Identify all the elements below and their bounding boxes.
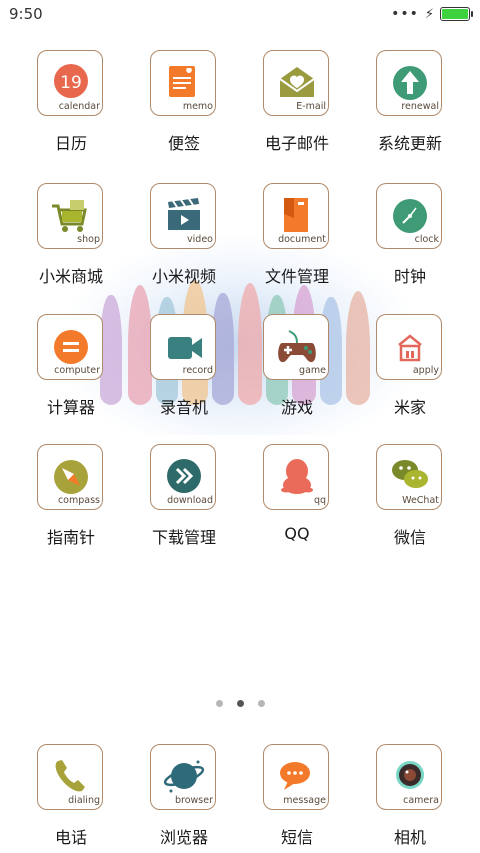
app-tag-label: browser [174, 795, 213, 806]
app-name-label[interactable]: 浏览器 [129, 824, 239, 848]
app-tag-label: WeChat [402, 495, 439, 506]
app-tag-label: document [278, 234, 326, 245]
app-tag-label: message [283, 795, 326, 806]
app-icon-tile[interactable]: browser [150, 744, 216, 810]
app-icon-tile[interactable]: camera [376, 744, 442, 810]
calendar-badge: 19 [60, 73, 82, 93]
app-name-label[interactable]: 小米商城 [16, 263, 126, 287]
app-name-label[interactable]: 便签 [129, 130, 239, 154]
app-icon-tile[interactable]: shop [37, 183, 103, 249]
app-tag-label: game [299, 365, 326, 376]
app-icon-tile[interactable]: computer [37, 314, 103, 380]
app-tag-label: E-mail [296, 101, 326, 112]
app-icon-tile[interactable]: E-mail [263, 50, 329, 116]
app-tag-label: qq [313, 495, 326, 506]
app-tag-label: memo [182, 101, 213, 112]
status-bar: 9:50 ••• ⚡ [0, 0, 480, 28]
app-name-label[interactable]: 相机 [355, 824, 465, 848]
app-icon-tile[interactable]: clock [376, 183, 442, 249]
app-icon-tile[interactable]: apply [376, 314, 442, 380]
app-name-label[interactable]: 录音机 [129, 394, 239, 418]
app-icon-tile[interactable]: 19 calendar [37, 50, 103, 116]
app-name-label[interactable]: 计算器 [16, 394, 126, 418]
app-name-label[interactable]: 时钟 [355, 263, 465, 287]
app-icon-tile[interactable]: game [263, 314, 329, 380]
app-tag-label: shop [77, 234, 100, 245]
page-dot[interactable] [215, 700, 223, 707]
app-name-label[interactable]: 短信 [242, 824, 352, 848]
app-name-label[interactable]: 小米视频 [129, 263, 239, 287]
app-name-label[interactable]: 下载管理 [129, 524, 239, 548]
app-tag-label: dialing [68, 795, 100, 806]
app-icon-tile[interactable]: document [263, 183, 329, 249]
app-icon-tile[interactable]: memo [150, 50, 216, 116]
app-tag-label: computer [54, 365, 100, 376]
page-dot[interactable] [257, 700, 265, 707]
app-name-label[interactable]: 系统更新 [355, 130, 465, 154]
app-icon-tile[interactable]: record [150, 314, 216, 380]
app-tag-label: compass [57, 495, 100, 506]
app-name-label[interactable]: 指南针 [16, 524, 126, 548]
app-tag-label: camera [403, 795, 439, 806]
app-icon-tile[interactable]: qq [263, 444, 329, 510]
app-icon-tile[interactable]: download [150, 444, 216, 510]
more-dots-icon: ••• [391, 6, 419, 22]
app-tag-label: video [187, 234, 213, 245]
app-tag-label: record [182, 365, 213, 376]
app-icon-tile[interactable]: message [263, 744, 329, 810]
status-time: 9:50 [9, 5, 43, 23]
app-icon-tile[interactable]: video [150, 183, 216, 249]
app-name-label[interactable]: 米家 [355, 394, 465, 418]
battery-level [442, 9, 468, 19]
page-indicator[interactable] [0, 700, 480, 707]
app-name-label[interactable]: 电子邮件 [242, 130, 352, 154]
app-tag-label: renewal [401, 101, 439, 112]
page-dot[interactable] [236, 700, 244, 707]
app-name-label[interactable]: 游戏 [242, 394, 352, 418]
app-icon-tile[interactable]: WeChat [376, 444, 442, 510]
app-name-label[interactable]: QQ [242, 524, 352, 543]
app-name-label[interactable]: 日历 [16, 130, 126, 154]
app-icon-tile[interactable]: renewal [376, 50, 442, 116]
app-name-label[interactable]: 微信 [355, 524, 465, 548]
app-tag-label: clock [414, 234, 439, 245]
app-tag-label: calendar [58, 101, 100, 112]
app-icon-tile[interactable]: dialing [37, 744, 103, 810]
battery-icon [440, 7, 473, 21]
status-icons: ••• ⚡ [391, 6, 473, 22]
app-tag-label: apply [412, 365, 439, 376]
app-name-label[interactable]: 电话 [16, 824, 126, 848]
app-tag-label: download [167, 495, 213, 506]
app-name-label[interactable]: 文件管理 [242, 263, 352, 287]
app-icon-tile[interactable]: compass [37, 444, 103, 510]
charging-icon: ⚡ [424, 6, 434, 22]
